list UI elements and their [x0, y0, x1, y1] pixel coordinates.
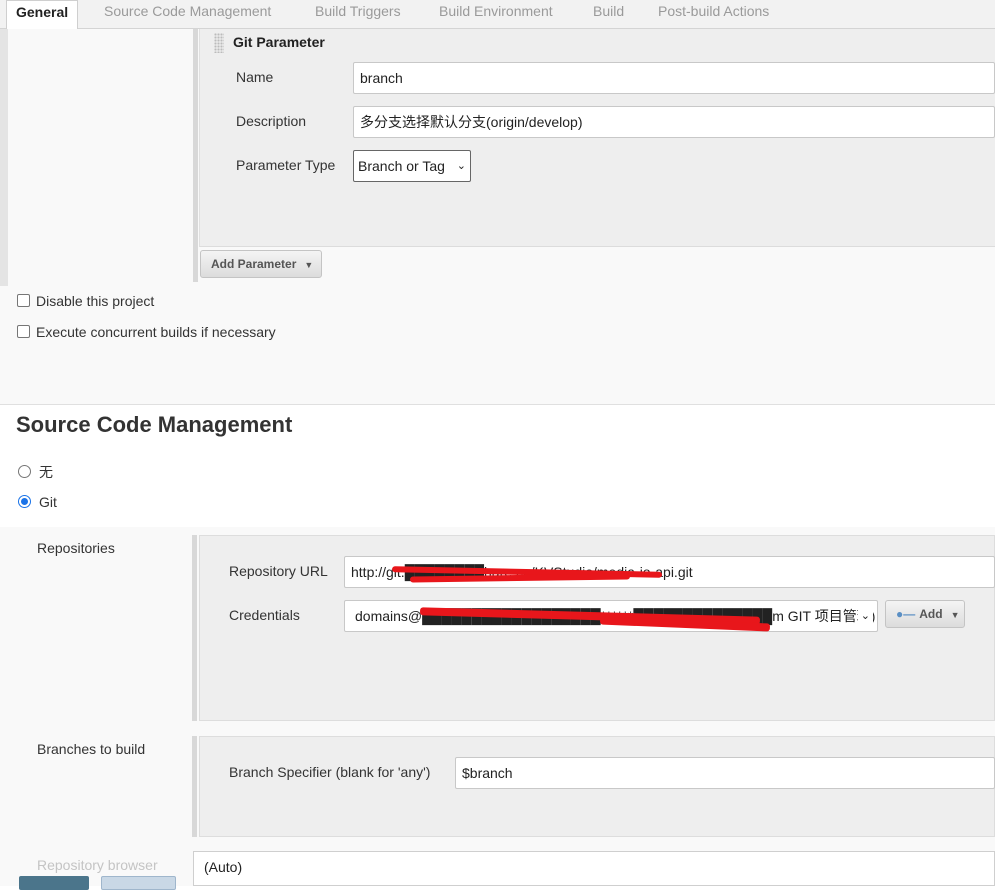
disable-project-label: Disable this project: [36, 293, 155, 309]
description-input[interactable]: 多分支选择默认分支(origin/develop): [353, 106, 995, 138]
section-divider: [193, 29, 198, 282]
disable-project-checkbox[interactable]: [17, 294, 30, 307]
scm-none-option[interactable]: 无: [18, 462, 53, 482]
chevron-down-icon: ⌄: [857, 601, 873, 631]
credentials-add-button[interactable]: ●— Add ▼: [885, 600, 965, 628]
parameter-type-select[interactable]: Branch or Tag ⌄: [353, 150, 471, 182]
caret-down-icon: ▼: [304, 260, 314, 270]
scm-git-radio[interactable]: [18, 495, 31, 508]
repository-url-label: Repository URL: [229, 563, 328, 579]
tab-general[interactable]: General: [6, 0, 79, 30]
drag-handle-icon[interactable]: [214, 33, 224, 53]
repository-browser-select[interactable]: (Auto): [193, 851, 995, 886]
concurrent-builds-checkbox[interactable]: [17, 325, 30, 338]
key-icon: ●—: [896, 607, 916, 621]
tab-post-build-actions[interactable]: Post-build Actions: [658, 0, 769, 29]
concurrent-builds-option[interactable]: Execute concurrent builds if necessary: [17, 324, 276, 340]
section-separator: [0, 404, 995, 405]
credentials-label: Credentials: [229, 607, 300, 623]
parameter-type-value: Branch or Tag: [358, 158, 445, 174]
parameter-type-label: Parameter Type: [236, 157, 336, 173]
scm-git-label: Git: [39, 494, 57, 510]
branch-specifier-label: Branch Specifier (blank for 'any'): [229, 764, 431, 780]
disable-project-option[interactable]: Disable this project: [17, 293, 154, 309]
concurrent-builds-label: Execute concurrent builds if necessary: [36, 324, 276, 340]
scm-none-label: 无: [39, 464, 53, 480]
git-parameter-title: Git Parameter: [233, 34, 325, 50]
scm-none-radio[interactable]: [18, 465, 31, 478]
config-tab-bar: General Source Code Management Build Tri…: [0, 0, 995, 30]
add-parameter-label: Add Parameter: [211, 257, 297, 271]
tab-build-triggers[interactable]: Build Triggers: [315, 0, 401, 29]
branches-divider: [192, 736, 197, 837]
tab-build[interactable]: Build: [593, 0, 624, 29]
repository-browser-label: Repository browser: [37, 857, 158, 873]
credentials-add-label: Add: [919, 607, 943, 621]
branch-specifier-input[interactable]: $branch: [455, 757, 995, 789]
section-gutter: [0, 29, 8, 286]
tab-build-environment[interactable]: Build Environment: [439, 0, 553, 29]
scm-git-option[interactable]: Git: [18, 494, 57, 510]
apply-button[interactable]: [101, 876, 176, 890]
name-label: Name: [236, 69, 274, 85]
save-button[interactable]: [19, 876, 89, 890]
repositories-divider: [192, 535, 197, 721]
add-parameter-button[interactable]: Add Parameter ▼: [200, 250, 322, 278]
repository-browser-value: (Auto): [204, 859, 243, 875]
caret-down-icon: ▼: [950, 610, 960, 620]
scm-section-title: Source Code Management: [16, 412, 293, 437]
branches-label: Branches to build: [37, 741, 146, 757]
chevron-down-icon: ⌄: [456, 160, 466, 172]
description-label: Description: [236, 113, 307, 129]
tab-source-code-management[interactable]: Source Code Management: [104, 0, 271, 29]
repositories-label: Repositories: [37, 540, 115, 556]
name-input[interactable]: branch: [353, 62, 995, 94]
